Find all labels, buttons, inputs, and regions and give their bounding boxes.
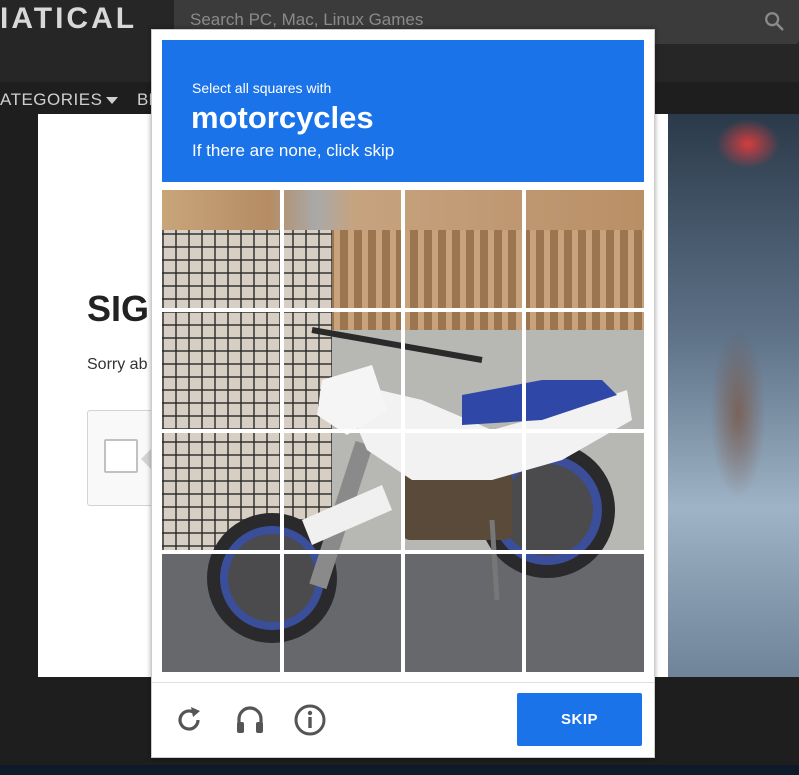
captcha-tile-13[interactable] xyxy=(162,553,280,671)
captcha-subtext: If there are none, click skip xyxy=(192,141,395,160)
captcha-tile-9[interactable] xyxy=(162,432,280,550)
captcha-footer: SKIP xyxy=(152,682,654,758)
captcha-target: motorcycles xyxy=(191,100,374,135)
captcha-dialog: Select all squares with motorcycles If t… xyxy=(151,29,655,758)
captcha-tile-14[interactable] xyxy=(283,553,401,671)
captcha-tile-5[interactable] xyxy=(162,311,280,429)
site-logo[interactable]: IATICAL xyxy=(0,2,137,36)
captcha-tile-2[interactable] xyxy=(283,190,401,308)
captcha-tile-6[interactable] xyxy=(283,311,401,429)
captcha-tile-15[interactable] xyxy=(404,553,522,671)
captcha-tile-11[interactable] xyxy=(404,432,522,550)
info-icon[interactable] xyxy=(293,703,327,737)
recaptcha-checkbox[interactable] xyxy=(104,439,138,473)
captcha-tile-7[interactable] xyxy=(404,311,522,429)
captcha-tile-16[interactable] xyxy=(525,553,643,671)
captcha-instruction: Select all squares with xyxy=(192,80,332,96)
captcha-tile-10[interactable] xyxy=(283,432,401,550)
hero-artwork xyxy=(668,114,799,677)
nav-categories-label: ATEGORIES xyxy=(0,90,103,109)
captcha-tile-12[interactable] xyxy=(525,432,643,550)
reload-icon[interactable] xyxy=(172,703,206,737)
captcha-tile-4[interactable] xyxy=(525,190,643,308)
captcha-tile-8[interactable] xyxy=(525,311,643,429)
search-icon[interactable] xyxy=(763,10,785,32)
search-placeholder: Search PC, Mac, Linux Games xyxy=(190,10,424,29)
captcha-header: Select all squares with motorcycles If t… xyxy=(162,40,644,182)
nav-categories-menu[interactable]: ATEGORIES xyxy=(0,90,119,110)
captcha-tile-1[interactable] xyxy=(162,190,280,308)
audio-icon[interactable] xyxy=(233,703,267,737)
caret-down-icon xyxy=(106,97,119,105)
captcha-image-grid xyxy=(162,190,644,672)
captcha-tile-3[interactable] xyxy=(404,190,522,308)
signin-title: SIG xyxy=(87,288,150,329)
taskbar-strip xyxy=(0,765,799,775)
signin-message: Sorry ab xyxy=(87,356,148,373)
skip-button[interactable]: SKIP xyxy=(517,693,642,746)
